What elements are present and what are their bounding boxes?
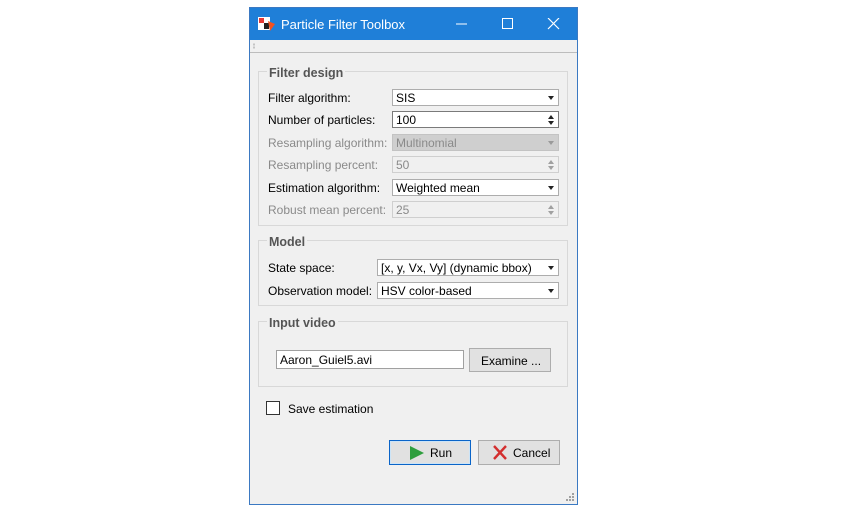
filter-algorithm-select[interactable]: SIS: [392, 89, 559, 106]
resize-grip-icon[interactable]: [565, 492, 575, 502]
window-title: Particle Filter Toolbox: [281, 17, 406, 32]
observation-model-select[interactable]: HSV color-based: [377, 282, 559, 299]
state-space-value: [x, y, Vx, Vy] (dynamic bbox): [381, 261, 532, 275]
maximize-button[interactable]: [485, 8, 531, 40]
toolstrip-grip-icon[interactable]: [253, 43, 255, 49]
input-video-title: Input video: [267, 316, 338, 330]
num-particles-value: 100: [396, 113, 417, 127]
close-icon: [493, 445, 507, 460]
spin-up-icon[interactable]: [548, 115, 554, 119]
run-button[interactable]: Run: [389, 440, 471, 465]
video-file-value: Aaron_Guiel5.avi: [280, 353, 373, 367]
title-bar[interactable]: Particle Filter Toolbox: [250, 8, 577, 40]
maximize-icon: [502, 18, 513, 29]
chevron-down-icon: [548, 266, 554, 270]
resampling-percent-value: 50: [396, 158, 410, 172]
resampling-percent-stepper[interactable]: 50: [392, 156, 559, 173]
examine-button[interactable]: Examine ...: [469, 348, 551, 372]
dialog-window: Particle Filter Toolbox Filter design Fi…: [249, 7, 578, 505]
estimation-algorithm-select[interactable]: Weighted mean: [392, 179, 559, 196]
observation-model-label: Observation model:: [268, 284, 373, 298]
robust-mean-percent-value: 25: [396, 203, 410, 217]
model-group: Model State space: [x, y, Vx, Vy] (dynam…: [258, 235, 568, 306]
filter-algorithm-value: SIS: [396, 91, 416, 105]
video-file-field[interactable]: Aaron_Guiel5.avi: [276, 350, 464, 369]
estimation-algorithm-value: Weighted mean: [396, 181, 480, 195]
toolstrip: [250, 40, 577, 53]
spin-up-icon[interactable]: [548, 205, 554, 209]
num-particles-stepper[interactable]: 100: [392, 111, 559, 128]
filter-design-title: Filter design: [267, 66, 346, 80]
minimize-button[interactable]: [439, 8, 485, 40]
spin-down-icon[interactable]: [548, 121, 554, 125]
spin-down-icon[interactable]: [548, 211, 554, 215]
input-video-group: Input video Aaron_Guiel5.avi Examine ...: [258, 316, 568, 387]
save-estimation-checkbox[interactable]: [266, 401, 280, 415]
chevron-down-icon: [548, 289, 554, 293]
save-estimation-label[interactable]: Save estimation: [288, 402, 373, 416]
resampling-algorithm-label: Resampling algorithm:: [268, 136, 388, 150]
close-button[interactable]: [531, 8, 577, 40]
minimize-icon: [456, 23, 467, 25]
chevron-down-icon: [548, 141, 554, 145]
resampling-algorithm-value: Multinomial: [396, 136, 457, 150]
play-icon: [410, 446, 424, 460]
state-space-select[interactable]: [x, y, Vx, Vy] (dynamic bbox): [377, 259, 559, 276]
spin-down-icon[interactable]: [548, 166, 554, 170]
chevron-down-icon: [548, 96, 554, 100]
chevron-down-icon: [548, 186, 554, 190]
state-space-label: State space:: [268, 261, 335, 275]
cancel-button[interactable]: Cancel: [478, 440, 560, 465]
robust-mean-percent-label: Robust mean percent:: [268, 203, 387, 217]
estimation-algorithm-label: Estimation algorithm:: [268, 181, 381, 195]
num-particles-label: Number of particles:: [268, 113, 376, 127]
filter-algorithm-label: Filter algorithm:: [268, 91, 351, 105]
resampling-percent-label: Resampling percent:: [268, 158, 379, 172]
close-icon: [547, 18, 560, 30]
spin-up-icon[interactable]: [548, 160, 554, 164]
observation-model-value: HSV color-based: [381, 284, 472, 298]
app-logo-icon: [258, 17, 275, 31]
run-button-label: Run: [430, 446, 453, 460]
filter-design-group: Filter design Filter algorithm: SIS Numb…: [258, 66, 568, 226]
model-title: Model: [267, 235, 308, 249]
cancel-button-label: Cancel: [513, 446, 551, 460]
examine-button-label: Examine ...: [481, 354, 542, 368]
robust-mean-percent-stepper[interactable]: 25: [392, 201, 559, 218]
resampling-algorithm-select[interactable]: Multinomial: [392, 134, 559, 151]
